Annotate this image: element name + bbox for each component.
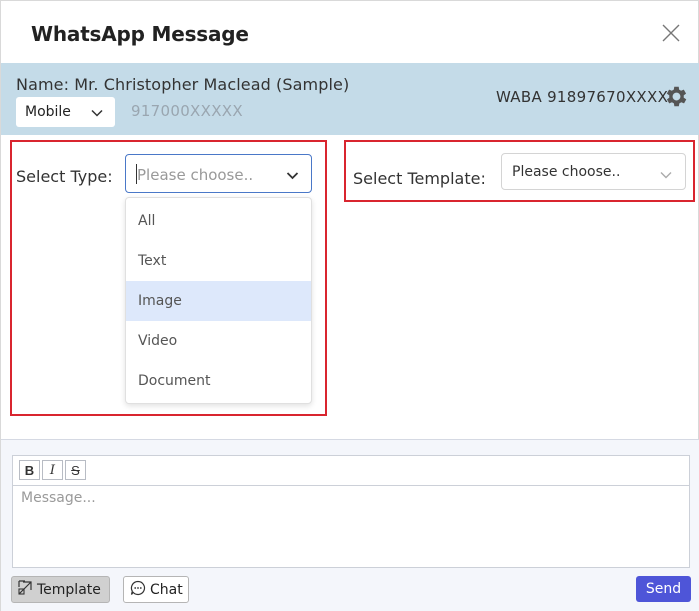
modal-title: WhatsApp Message <box>31 22 249 46</box>
template-button[interactable]: Template <box>11 576 110 603</box>
italic-button[interactable]: I <box>42 460 63 480</box>
select-type-dropdown: All Text Image Video Document <box>125 197 312 404</box>
template-button-label: Template <box>37 581 101 598</box>
chevron-down-icon <box>286 168 299 186</box>
close-icon[interactable] <box>659 21 683 45</box>
bold-button[interactable]: B <box>19 460 40 480</box>
phone-type-value: Mobile <box>25 104 71 120</box>
gear-icon[interactable] <box>663 83 690 110</box>
strikethrough-button[interactable]: S <box>65 460 86 480</box>
select-type-placeholder: Please choose.. <box>137 166 254 184</box>
phone-type-select[interactable]: Mobile <box>16 97 115 127</box>
send-button[interactable]: Send <box>636 576 691 602</box>
waba-number: WABA 91897670XXXX <box>496 88 669 106</box>
chevron-down-icon <box>660 167 672 185</box>
option-image[interactable]: Image <box>126 281 311 321</box>
option-text[interactable]: Text <box>126 241 311 281</box>
phone-number: 917000XXXXX <box>131 102 243 120</box>
format-toolbar: B I S <box>13 456 689 486</box>
message-composer: B I S Template Chat Send <box>1 439 699 611</box>
option-document[interactable]: Document <box>126 361 311 401</box>
select-template-label: Select Template: <box>353 169 486 188</box>
whatsapp-message-modal: WhatsApp Message Name: Mr. Christopher M… <box>0 0 699 611</box>
option-all[interactable]: All <box>126 201 311 241</box>
template-icon <box>18 580 37 599</box>
text-cursor <box>136 164 137 184</box>
message-input[interactable] <box>13 487 689 567</box>
select-template-input[interactable]: Please choose.. <box>501 153 686 190</box>
chat-button-label: Chat <box>150 581 183 598</box>
message-editor: B I S <box>12 455 690 568</box>
contact-info-bar: Name: Mr. Christopher Maclead (Sample) M… <box>1 63 699 135</box>
select-template-placeholder: Please choose.. <box>512 164 621 180</box>
modal-header: WhatsApp Message <box>1 1 699 63</box>
option-video[interactable]: Video <box>126 321 311 361</box>
select-type-label: Select Type: <box>16 167 113 186</box>
contact-name: Name: Mr. Christopher Maclead (Sample) <box>16 75 350 94</box>
chevron-down-icon <box>91 106 103 122</box>
chat-bubble-icon <box>130 580 150 600</box>
select-type-input[interactable]: Please choose.. <box>125 154 312 193</box>
chat-button[interactable]: Chat <box>123 576 189 603</box>
